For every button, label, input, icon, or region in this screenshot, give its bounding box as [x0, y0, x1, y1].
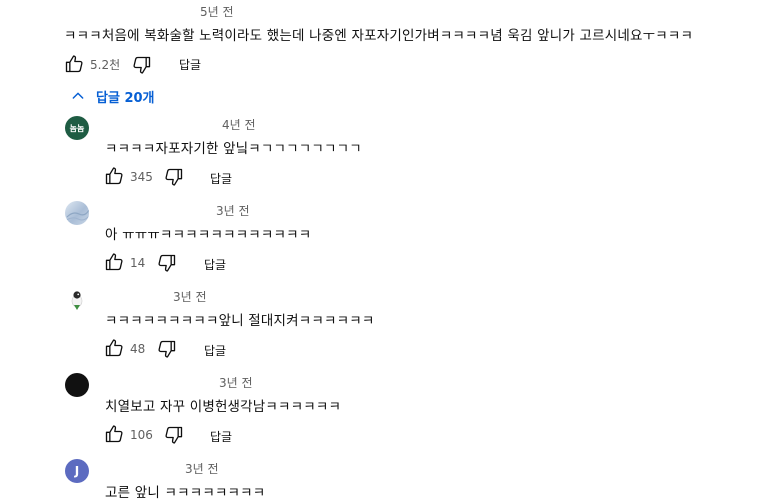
replies-toggle-button[interactable]: 답글 20개 — [70, 86, 155, 106]
like-count: 48 — [130, 342, 146, 356]
like-count: 5.2천 — [90, 58, 121, 72]
reply-button[interactable]: 답글 — [179, 56, 201, 73]
like-count: 14 — [130, 256, 146, 270]
reply-button[interactable]: 답글 — [204, 256, 226, 273]
avatar-label: 놈놈 — [69, 123, 85, 133]
reply-timestamp[interactable]: 3년 전 — [185, 460, 219, 477]
dislike-icon[interactable] — [157, 253, 177, 273]
reply-text: ㅋㅋㅋㅋㅋㅋㅋㅋㅋ앞니 절대지켜ㅋㅋㅋㅋㅋㅋ — [105, 313, 375, 329]
reply-text: 고른 앞니 ㅋㅋㅋㅋㅋㅋㅋㅋ — [105, 485, 266, 501]
avatar[interactable] — [65, 287, 89, 311]
dislike-icon[interactable] — [157, 339, 177, 359]
reply-button[interactable]: 답글 — [204, 342, 226, 359]
comment-timestamp[interactable]: 5년 전 — [200, 3, 234, 20]
dislike-icon[interactable] — [164, 167, 184, 187]
reply-timestamp[interactable]: 4년 전 — [222, 116, 256, 133]
dislike-icon[interactable] — [132, 55, 152, 75]
like-icon[interactable] — [104, 424, 124, 444]
like-count: 106 — [130, 428, 153, 442]
reply-timestamp[interactable]: 3년 전 — [216, 202, 250, 219]
avatar-image — [65, 209, 89, 222]
like-icon[interactable] — [64, 54, 84, 74]
like-icon[interactable] — [104, 252, 124, 272]
avatar-image — [71, 291, 83, 310]
avatar-label: J — [74, 464, 80, 478]
like-count: 345 — [130, 170, 153, 184]
like-icon[interactable] — [104, 166, 124, 186]
avatar[interactable]: 놈놈 — [65, 116, 89, 140]
reply-button[interactable]: 답글 — [210, 170, 232, 187]
like-icon[interactable] — [104, 338, 124, 358]
reply-timestamp[interactable]: 3년 전 — [219, 374, 253, 391]
reply-timestamp[interactable]: 3년 전 — [173, 288, 207, 305]
reply-text: ㅋㅋㅋㅋ자포자기한 앞닠ㅋㄱㄱㄱㄱㄱㄱㄱㄱ — [105, 141, 362, 157]
comment-text: ㅋㅋㅋ처음에 복화술할 노력이라도 했는데 나중엔 자포자기인가벼ㅋㅋㅋㅋ념 욱… — [64, 28, 694, 44]
chevron-up-icon — [72, 92, 84, 99]
reply-text: 치열보고 자꾸 이병헌생각남ㅋㅋㅋㅋㅋㅋ — [105, 399, 342, 415]
dislike-icon[interactable] — [164, 425, 184, 445]
avatar[interactable] — [65, 373, 89, 397]
reply-button[interactable]: 답글 — [210, 428, 232, 445]
reply-text: 아 ㅠㅠㅠㅋㅋㅋㅋㅋㅋㅋㅋㅋㅋㅋㅋ — [105, 227, 312, 243]
avatar[interactable] — [65, 201, 89, 225]
replies-toggle-label: 답글 20개 — [96, 90, 155, 106]
avatar[interactable]: J — [65, 459, 89, 483]
